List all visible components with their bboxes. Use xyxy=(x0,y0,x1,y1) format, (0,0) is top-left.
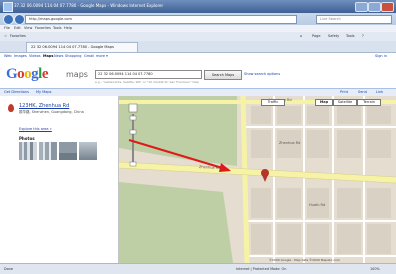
sign-in-link[interactable]: Sign in xyxy=(375,54,387,58)
favorites-label[interactable]: Favorites xyxy=(10,34,26,38)
photo-thumbnail[interactable] xyxy=(79,142,97,160)
live-search-placeholder: Live Search xyxy=(320,17,341,21)
tab-title: 22 32 06.0094 114 04 07.7780 - Google Ma… xyxy=(31,45,114,49)
search-options-link[interactable]: Show search options xyxy=(244,72,280,76)
map-canvas[interactable]: Huaqiang Rd Zhenhua Rd Zhenhua Rd Huafu … xyxy=(119,96,396,263)
get-directions-link[interactable]: Get Directions xyxy=(4,90,29,94)
result-title[interactable]: 123HK, Zhenhua Rd xyxy=(19,103,69,109)
pan-control xyxy=(128,103,138,113)
my-maps-link[interactable]: My Maps xyxy=(36,90,51,94)
result-address: 振华路, Shenzhen, Guangdong, China xyxy=(19,110,84,114)
status-bar: Done Internet | Protected Mode: On 100% xyxy=(0,263,396,274)
ie-icon xyxy=(3,2,13,12)
results-panel xyxy=(0,96,119,263)
gbar-web[interactable]: Web xyxy=(4,54,12,58)
gbar-shopping[interactable]: Shopping xyxy=(65,54,81,58)
print-link[interactable]: Print xyxy=(340,90,348,94)
search-input[interactable]: 22 32 06.0094 114 04 07.7780 xyxy=(95,70,202,79)
google-bar: Web Images Videos Maps News Shopping Gma… xyxy=(0,53,396,60)
forward-icon[interactable] xyxy=(14,14,25,25)
address-text: http://maps.google.com xyxy=(29,17,72,21)
road-label: Huafu Rd xyxy=(309,203,325,207)
menu-edit[interactable]: Edit xyxy=(14,26,21,30)
address-row: http://maps.google.com Live Search xyxy=(0,13,396,25)
gbar-gmail[interactable]: Gmail xyxy=(84,54,94,58)
photo-thumbnail[interactable] xyxy=(39,142,57,160)
result-marker-icon[interactable] xyxy=(8,104,14,112)
window-titlebar: 37.32 06.0094 114.04 07.7780 - Google Ma… xyxy=(0,0,396,13)
map-type-button[interactable]: Map xyxy=(315,99,333,106)
photo-thumbnail[interactable] xyxy=(59,142,77,160)
zoom-level[interactable]: 100% xyxy=(370,267,380,271)
home-icon[interactable]: ⌂ xyxy=(300,34,302,38)
gbar-videos[interactable]: Videos xyxy=(29,54,41,58)
back-icon[interactable] xyxy=(3,14,14,25)
tab-google-maps[interactable]: 22 32 06.0094 114 04 07.7780 - Google Ma… xyxy=(26,42,138,52)
map-view[interactable]: Huaqiang Rd Zhenhua Rd Zhenhua Rd Huafu … xyxy=(119,96,396,263)
road-label: Zhenhua Rd xyxy=(279,141,300,145)
link-link[interactable]: Link xyxy=(376,90,383,94)
gbar-more[interactable]: more ▾ xyxy=(96,54,108,58)
photo-thumbnail[interactable] xyxy=(19,142,37,160)
explore-area-link[interactable]: Explore this area » xyxy=(19,127,52,131)
terrain-button[interactable]: Terrain xyxy=(357,99,381,106)
page-menu[interactable]: Page xyxy=(312,34,320,38)
zoom-in-button xyxy=(129,115,137,121)
help-icon[interactable]: ? xyxy=(362,34,364,38)
gbar-news[interactable]: News xyxy=(54,54,63,58)
search-hint: e.g., "restaurants, Seattle, WA" or "10 … xyxy=(95,80,199,84)
favorites-star-icon[interactable]: ☆ xyxy=(4,34,7,38)
close-button[interactable] xyxy=(381,2,394,12)
send-link[interactable]: Send xyxy=(358,90,367,94)
live-search-input[interactable]: Live Search xyxy=(316,15,392,24)
search-maps-button[interactable]: Search Maps xyxy=(204,70,242,80)
gbar-maps[interactable]: Maps xyxy=(43,54,53,58)
security-zone: Internet | Protected Mode: On xyxy=(236,267,287,271)
zoom-out-button xyxy=(129,161,137,167)
menu-tools[interactable]: Tools xyxy=(53,26,62,30)
maps-toolbar: Get Directions My Maps Print Send Link xyxy=(0,88,396,96)
menu-file[interactable]: File xyxy=(4,26,10,30)
traffic-button[interactable]: Traffic xyxy=(261,99,285,106)
park-area-south xyxy=(119,182,233,263)
command-bar: ☆ Favorites ⌂ Page Safety Tools ? xyxy=(0,32,396,41)
status-text: Done xyxy=(4,267,13,271)
google-logo[interactable]: Google xyxy=(6,66,49,83)
gbar-images[interactable]: Images xyxy=(14,54,27,58)
tab-row: 22 32 06.0094 114 04 07.7780 - Google Ma… xyxy=(0,41,396,53)
address-bar[interactable]: http://maps.google.com xyxy=(25,15,297,24)
safety-menu[interactable]: Safety xyxy=(328,34,339,38)
maximize-button[interactable] xyxy=(368,2,381,12)
photos-heading: Photos xyxy=(19,136,35,141)
menu-help[interactable]: Help xyxy=(64,26,72,30)
satellite-button[interactable]: Satellite xyxy=(333,99,357,106)
minimize-button[interactable] xyxy=(355,2,368,12)
map-copyright: ©2009 Google - Map data ©2009 Mapabc.com xyxy=(269,258,340,262)
zoom-handle xyxy=(129,129,137,135)
window-title: 37.32 06.0094 114.04 07.7780 - Google Ma… xyxy=(14,3,164,8)
search-query: 22 32 06.0094 114 04 07.7780 xyxy=(98,72,153,76)
tools-menu[interactable]: Tools xyxy=(346,34,355,38)
menu-favorites[interactable]: Favorites xyxy=(35,26,51,30)
menu-view[interactable]: View xyxy=(24,26,32,30)
logo-maps-text: maps xyxy=(66,70,88,79)
